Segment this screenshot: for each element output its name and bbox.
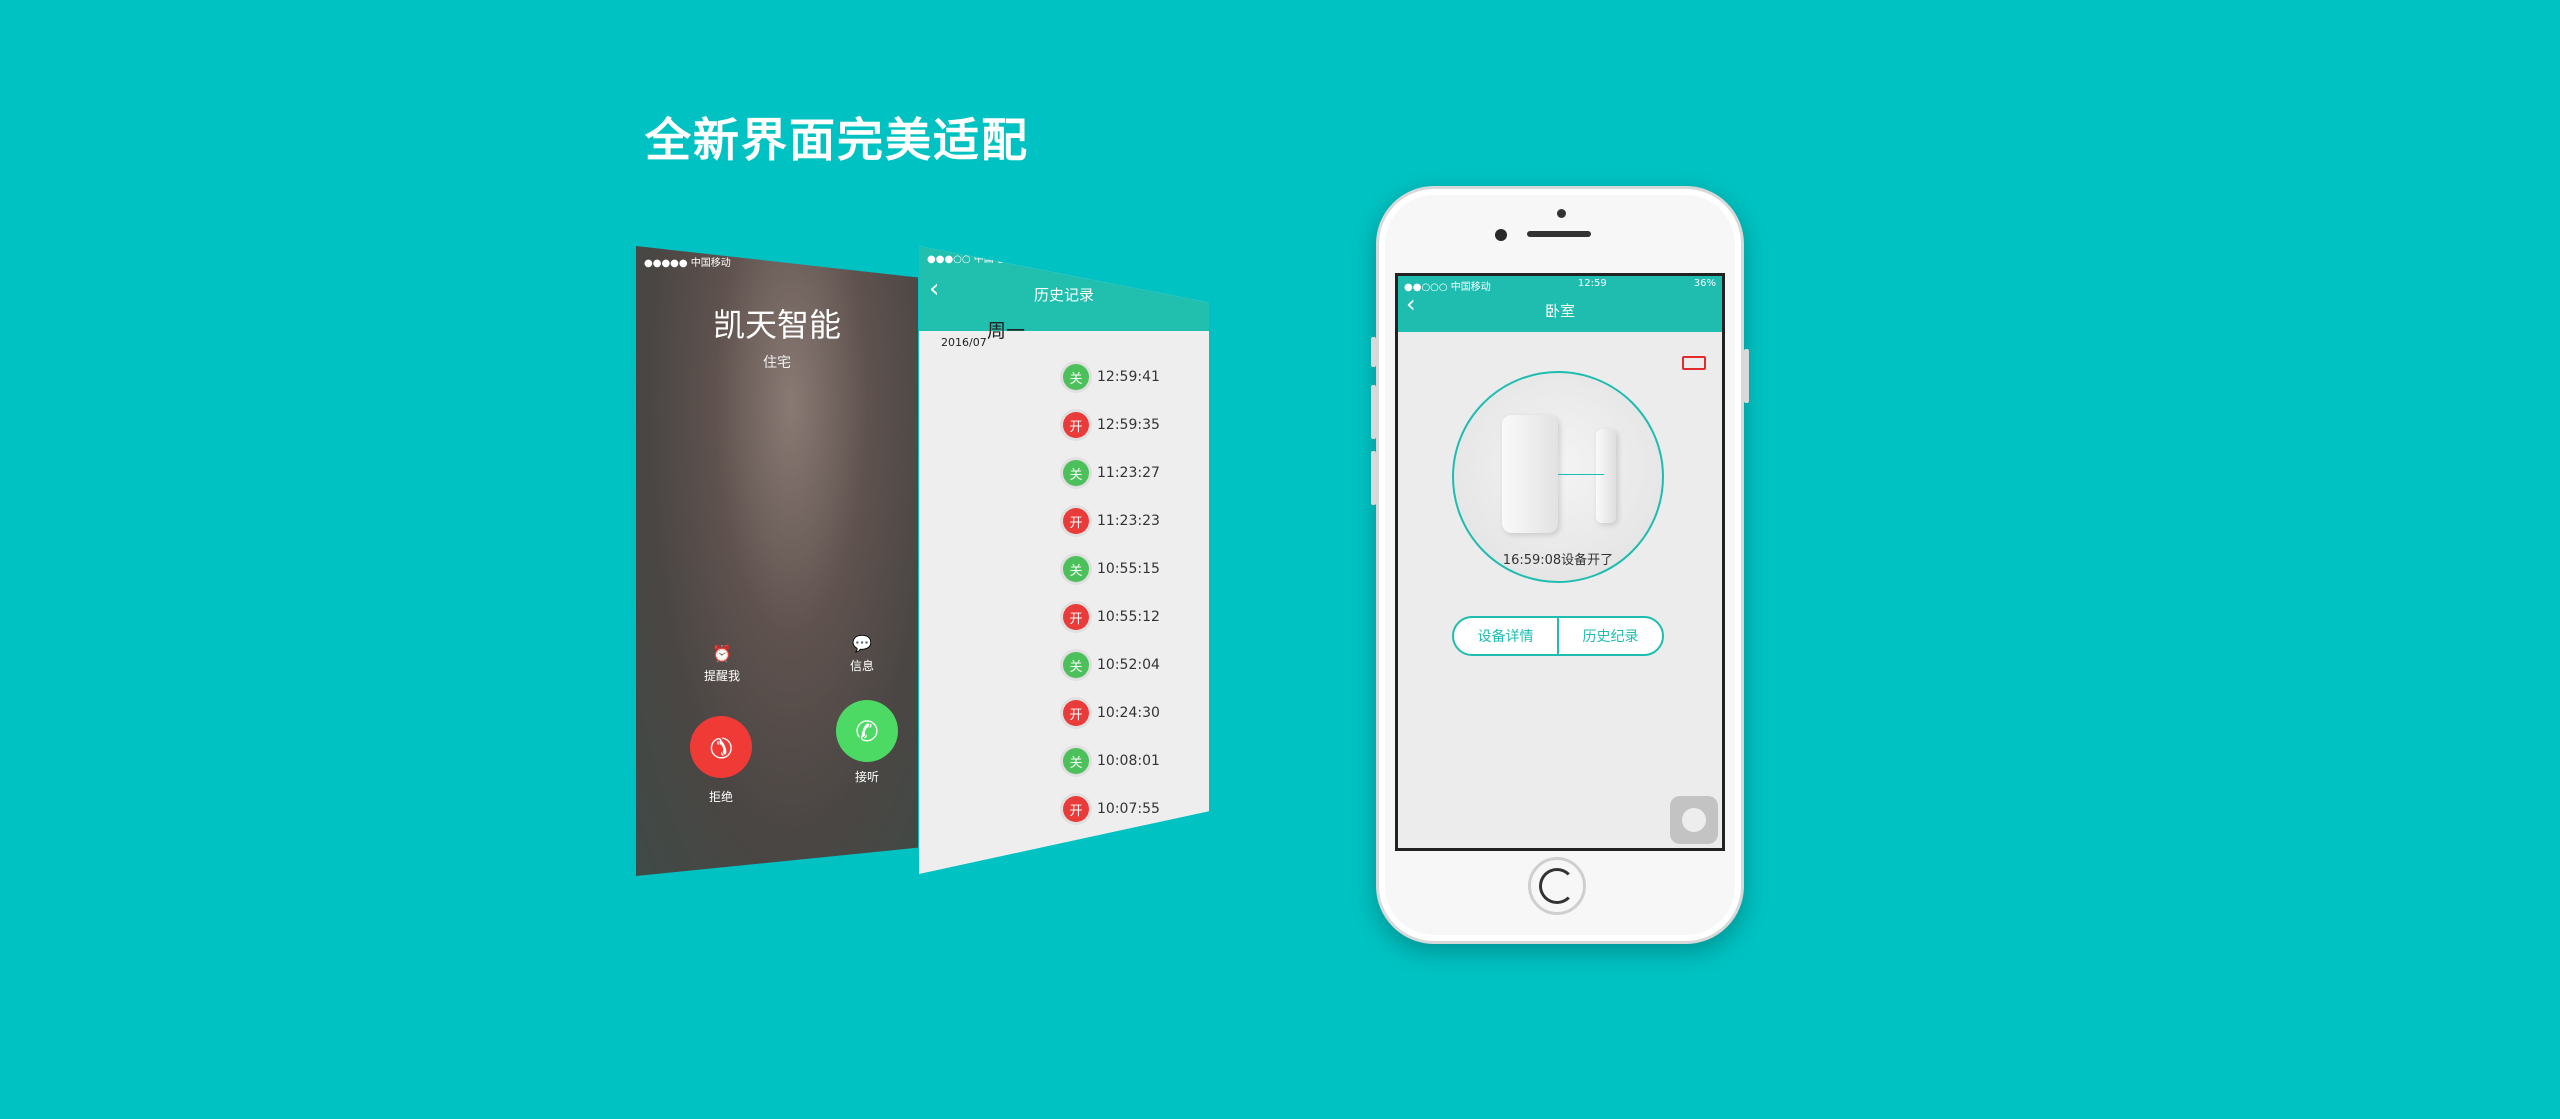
device-navbar: ●●○○○ 中国移动 12:59 36% ‹ 卧室 (1398, 276, 1722, 332)
history-time: 12:59:35 (1097, 417, 1160, 433)
history-weekday: 周一 (987, 320, 1026, 342)
history-time: 11:23:27 (1097, 465, 1160, 481)
low-battery-icon (1682, 356, 1706, 370)
volume-up-button (1371, 385, 1376, 439)
device-image-circle: 16:59:08设备开了 (1452, 371, 1664, 583)
list-item: 关 10:52:04 (1063, 650, 1160, 680)
status-carrier: ●●○○○ 中国移动 (1404, 282, 1491, 293)
sensor-link-line (1558, 474, 1604, 475)
remind-me-label: 提醒我 (703, 669, 740, 683)
history-time: 10:08:01 (1097, 753, 1160, 769)
history-screen: ●●●○○ 中国电信 13:08 100% ‹ 历史记录 18 2016/07 … (919, 246, 1209, 874)
status-battery: 36% (1693, 278, 1716, 289)
alarm-clock-icon: ⏰ (712, 644, 732, 663)
power-button (1744, 349, 1749, 403)
history-time: 10:52:04 (1097, 657, 1160, 673)
assistive-touch-button[interactable] (1670, 796, 1718, 844)
status-bar: ●●●●● 中国移动 16:00 50% (644, 254, 910, 269)
device-event-text: 16:59:08设备开了 (1502, 553, 1614, 568)
status-time: 12:59 (1577, 278, 1607, 289)
remind-me-option[interactable]: ⏰ 提醒我 (692, 644, 752, 684)
history-time: 10:07:55 (1097, 801, 1160, 817)
message-option[interactable]: 💬 信息 (832, 634, 892, 674)
history-time: 10:55:12 (1097, 609, 1160, 625)
history-button[interactable]: 历史纪录 (1557, 618, 1662, 654)
accept-button[interactable]: ✆ (836, 700, 898, 762)
status-carrier: ●●●●● 中国移动 (644, 258, 731, 269)
list-item: 关 11:23:27 (1063, 458, 1160, 488)
proximity-sensor (1557, 209, 1566, 218)
headline: 全新界面完美适配 (645, 113, 1029, 167)
open-badge: 开 (1063, 412, 1089, 438)
history-title: 历史记录 (1033, 286, 1094, 304)
history-day: 18 (945, 308, 976, 336)
closed-badge: 关 (1063, 556, 1089, 582)
list-item: 开 10:24:30 (1063, 698, 1160, 728)
door-sensor-body (1502, 415, 1558, 533)
caller-label: 住宅 (763, 355, 791, 371)
list-item: 开 10:55:12 (1063, 602, 1160, 632)
phone-mockup: ●●○○○ 中国移动 12:59 36% ‹ 卧室 16:59:08设备开了 设… (1371, 186, 1749, 944)
history-time: 10:24:30 (1097, 705, 1160, 721)
status-bar: ●●○○○ 中国移动 12:59 36% (1404, 278, 1716, 293)
decline-label: 拒绝 (708, 790, 733, 804)
volume-down-button (1371, 451, 1376, 505)
status-carrier: ●●●○○ 中国电信 (927, 254, 1014, 265)
history-time: 10:55:15 (1097, 561, 1160, 577)
closed-badge: 关 (1063, 364, 1089, 390)
device-details-button[interactable]: 设备详情 (1454, 618, 1557, 654)
closed-badge: 关 (1063, 460, 1089, 486)
list-item: 开 10:07:55 (1063, 794, 1160, 824)
mute-switch (1371, 337, 1376, 367)
open-badge: 开 (1063, 604, 1089, 630)
home-button[interactable] (1528, 857, 1586, 915)
device-actions: 设备详情 历史纪录 (1452, 616, 1664, 656)
list-item: 关 10:08:01 (1063, 746, 1160, 776)
decline-button[interactable]: ✆ (690, 716, 752, 778)
hang-up-icon: ✆ (701, 727, 741, 767)
closed-badge: 关 (1063, 652, 1089, 678)
list-item: 关 12:59:41 (1063, 362, 1160, 392)
front-camera (1495, 229, 1507, 241)
room-title: 卧室 (1544, 302, 1575, 320)
history-month: 2016/07 (941, 336, 987, 349)
status-time: 16:00 (794, 254, 824, 265)
caller-name: 凯天智能 (712, 306, 841, 344)
list-item: 开 12:59:35 (1063, 410, 1160, 440)
status-battery: 50% (887, 254, 910, 265)
incoming-call-screen: ●●●●● 中国移动 16:00 50% 凯天智能 住宅 ⏰ 提醒我 💬 信息 … (636, 246, 918, 876)
open-badge: 开 (1063, 508, 1089, 534)
history-time: 12:59:41 (1097, 369, 1160, 385)
message-bubble-icon: 💬 (852, 634, 872, 653)
status-time: 13:08 (1078, 250, 1108, 261)
history-time: 11:23:23 (1097, 513, 1160, 529)
open-badge: 开 (1063, 796, 1089, 822)
device-screen: ●●○○○ 中国移动 12:59 36% ‹ 卧室 16:59:08设备开了 设… (1395, 273, 1725, 851)
status-battery: 100% (1172, 250, 1201, 261)
accept-label: 接听 (854, 770, 879, 784)
door-sensor-magnet (1596, 429, 1616, 523)
phone-icon: ✆ (855, 714, 879, 748)
earpiece-speaker (1527, 231, 1591, 237)
list-item: 开 11:23:23 (1063, 506, 1160, 536)
list-item: 关 10:55:15 (1063, 554, 1160, 584)
message-label: 信息 (849, 659, 874, 673)
closed-badge: 关 (1063, 748, 1089, 774)
open-badge: 开 (1063, 700, 1089, 726)
status-bar: ●●●○○ 中国电信 13:08 100% (927, 250, 1201, 265)
